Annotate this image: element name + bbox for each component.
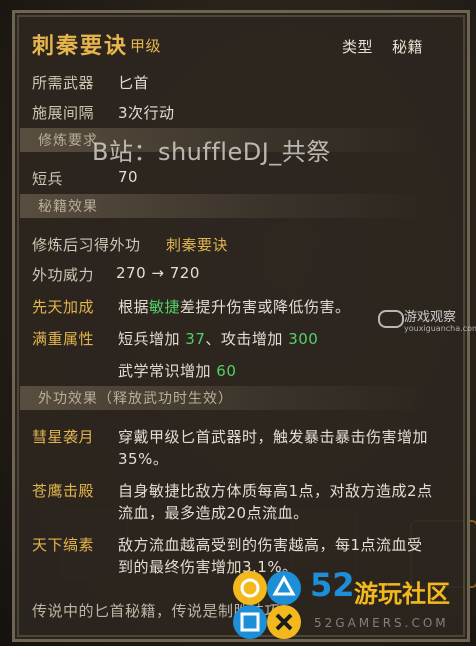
full-stat-c: 武学常识增加 [118, 362, 212, 380]
innate-label: 先天加成 [32, 298, 95, 316]
external-label-2: 苍鹰击殿 [32, 482, 95, 500]
learn-value: 刺秦要诀 [166, 236, 229, 254]
external-desc-2b: 流血，最多造成20点流血。 [118, 504, 309, 522]
requirement-value: 70 [118, 168, 139, 186]
full-stat-a: 短兵增加 [118, 330, 181, 348]
interval-value: 3次行动 [118, 104, 175, 122]
bilibili-watermark: B站：shuffleDJ_共祭 [92, 138, 331, 166]
full-stat-a-value: 37 [185, 330, 206, 348]
52gamers-watermark: 52 游玩社区 52GAMERS.COM [228, 566, 474, 644]
interval-label: 施展间隔 [32, 104, 95, 122]
gamepad-buttons-icon [233, 571, 301, 639]
skill-name: 刺秦要诀 [32, 34, 129, 59]
full-stat-b-value: 300 [288, 330, 319, 348]
power-value: 270 → 720 [116, 264, 200, 282]
full-stat-b: 、攻击增加 [205, 330, 283, 348]
innate-highlight: 敏捷 [149, 298, 181, 316]
innate-post: 差提升伤害或降低伤害。 [180, 298, 351, 316]
section-external-title: 外功效果（释放武功时生效） [38, 391, 233, 407]
innate-pre: 根据 [118, 298, 150, 316]
requirement-label: 短兵 [32, 170, 64, 188]
power-label: 外功威力 [32, 266, 95, 284]
section-external: 外功效果（释放武功时生效） [20, 386, 430, 410]
full-weight-line1: 短兵增加 37、攻击增加 300 [118, 328, 318, 349]
type-label: 类型 [342, 38, 374, 56]
external-desc-1b: 35%。 [118, 450, 169, 468]
section-requirements-title: 修炼要求 [38, 133, 98, 149]
external-desc-1a: 穿戴甲级匕首武器时，触发暴击暴击伤害增加 [118, 428, 429, 446]
full-weight-line2: 武学常识增加 60 [118, 360, 236, 381]
full-stat-c-value: 60 [216, 362, 237, 380]
youxi-watermark-name: 游戏观察 [404, 310, 457, 325]
type-value: 秘籍 [392, 38, 424, 56]
external-desc-3a: 敌方流血越高受到的伤害越高，每1点流血受 [118, 536, 423, 554]
game-screen: 刺秦要诀 甲级 类型 秘籍 所需武器 匕首 施展间隔 3次行动 修炼要求 短兵 … [0, 0, 476, 646]
youxi-watermark: 游戏观察 youxiguancha.com [376, 304, 476, 346]
52-logo-text: 游玩社区 [354, 580, 450, 608]
external-label-3: 天下缟素 [32, 536, 95, 554]
skill-grade: 甲级 [130, 37, 162, 55]
52-logo-url: 52GAMERS.COM [314, 616, 449, 630]
innate-text: 根据敏捷差提升伤害或降低伤害。 [118, 296, 351, 317]
external-desc-2a: 自身敏捷比敌方体质每高1点，对敌方造成2点 [118, 482, 433, 500]
external-label-1: 彗星袭月 [32, 428, 95, 446]
weapon-label: 所需武器 [32, 74, 95, 92]
eye-icon [378, 310, 404, 328]
section-effects: 秘籍效果 [20, 194, 430, 218]
weapon-value: 匕首 [118, 74, 150, 92]
52-logo-number: 52 [310, 566, 355, 604]
youxi-watermark-url: youxiguancha.com [404, 324, 476, 333]
full-weight-label: 满重属性 [32, 330, 95, 348]
learn-label: 修炼后习得外功 [32, 236, 141, 254]
section-effects-title: 秘籍效果 [38, 199, 98, 215]
